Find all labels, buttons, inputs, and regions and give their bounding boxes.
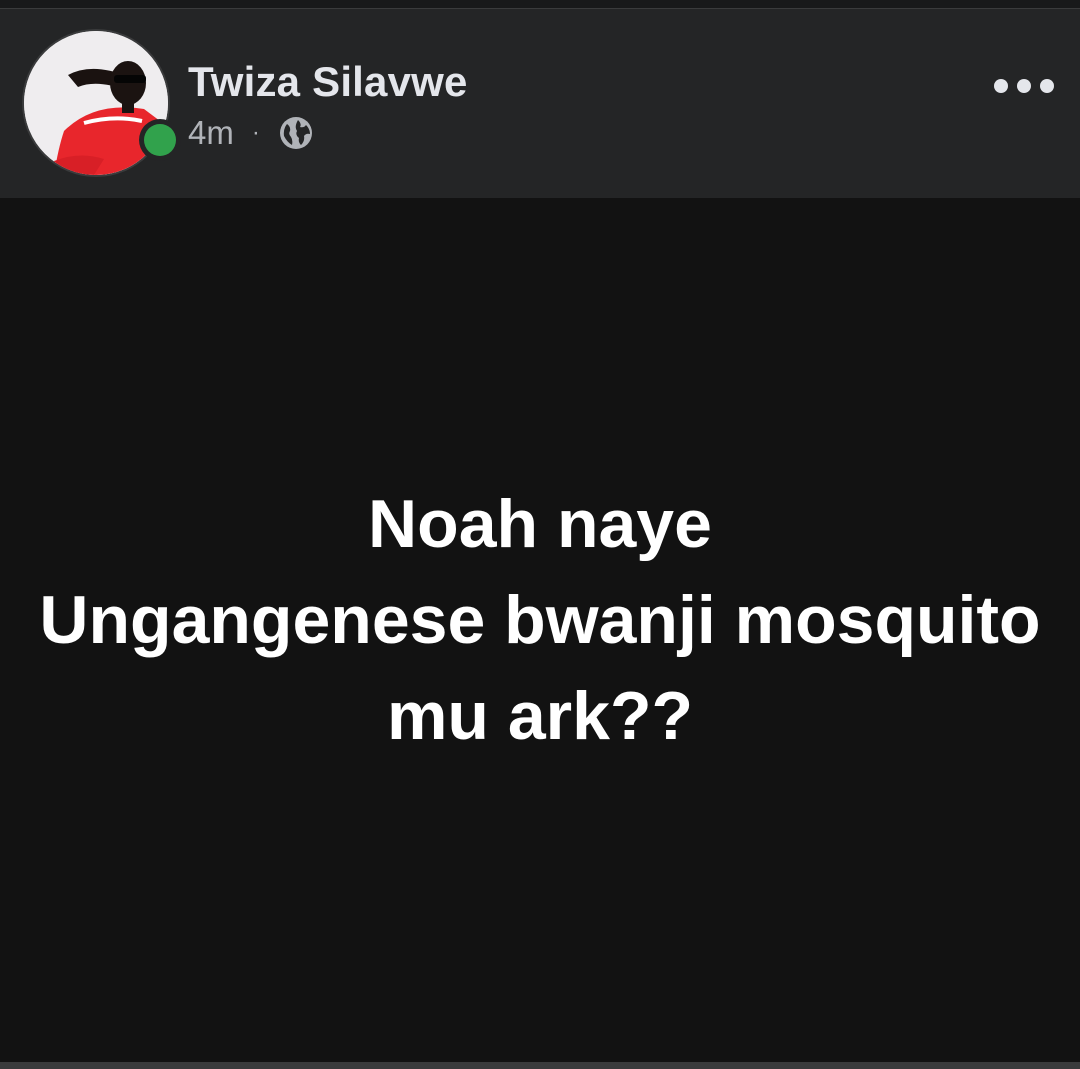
top-divider — [0, 0, 1080, 9]
facebook-post-screen: Twiza Silavwe 4m · Noah naye Ungangenese… — [0, 0, 1080, 1069]
online-status-indicator — [139, 119, 181, 161]
post-text: Noah naye Ungangenese bwanji mosquito mu… — [39, 476, 1040, 784]
post-text-line: mu ark?? — [386, 678, 694, 754]
author-name[interactable]: Twiza Silavwe — [188, 57, 468, 107]
more-options-icon-dot — [1017, 79, 1031, 93]
more-options-button[interactable] — [994, 73, 1054, 99]
bottom-divider — [0, 1062, 1080, 1069]
more-options-icon-dot — [994, 79, 1008, 93]
post-content: Noah naye Ungangenese bwanji mosquito mu… — [0, 198, 1080, 1062]
meta-separator: · — [251, 119, 260, 146]
post-text-line: Noah naye — [368, 486, 712, 562]
more-options-icon-dot — [1040, 79, 1054, 93]
globe-icon — [279, 117, 312, 149]
post-timestamp[interactable]: 4m — [188, 114, 234, 152]
post-text-line: Ungangenese bwanji mosquito — [39, 582, 1041, 658]
post-meta: 4m · — [188, 113, 314, 153]
post-header: Twiza Silavwe 4m · — [0, 9, 1080, 198]
